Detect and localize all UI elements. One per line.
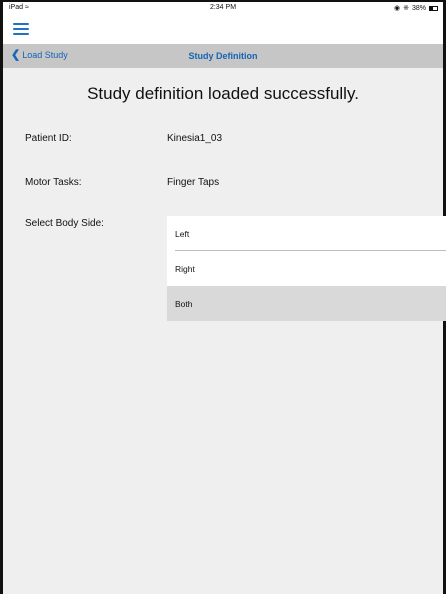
bluetooth-icon: ※ <box>403 5 409 12</box>
body-side-label: Select Body Side: <box>25 218 104 229</box>
battery-percent: 38% <box>411 4 426 12</box>
patient-id-value: Kinesia1_03 <box>167 133 223 144</box>
body-side-option-both[interactable]: Both <box>167 286 446 321</box>
motor-tasks-label: Motor Tasks: <box>25 177 82 188</box>
body-side-option-left[interactable]: Left <box>167 216 446 251</box>
ipad-screen: iPad ≈ 2:34 PM ◉ ※ 38% ❮ Load Study Stud… <box>0 0 446 594</box>
navigation-bar: ❮ Load Study Study Definition <box>3 44 443 68</box>
body-side-list: Left Right Both <box>167 216 446 321</box>
page-title: Study Definition <box>188 51 258 61</box>
patient-id-label: Patient ID: <box>25 133 72 144</box>
body-side-option-right[interactable]: Right <box>167 251 446 286</box>
motor-tasks-value: Finger Taps <box>167 177 220 188</box>
status-bar: iPad ≈ 2:34 PM ◉ ※ 38% <box>3 2 443 14</box>
hamburger-icon[interactable] <box>13 23 29 35</box>
battery-icon <box>429 5 438 11</box>
status-time: 2:34 PM <box>209 4 237 11</box>
location-icon: ◉ <box>394 5 401 12</box>
status-message: Study definition loaded successfully. <box>87 84 359 103</box>
menu-bar <box>3 14 443 44</box>
